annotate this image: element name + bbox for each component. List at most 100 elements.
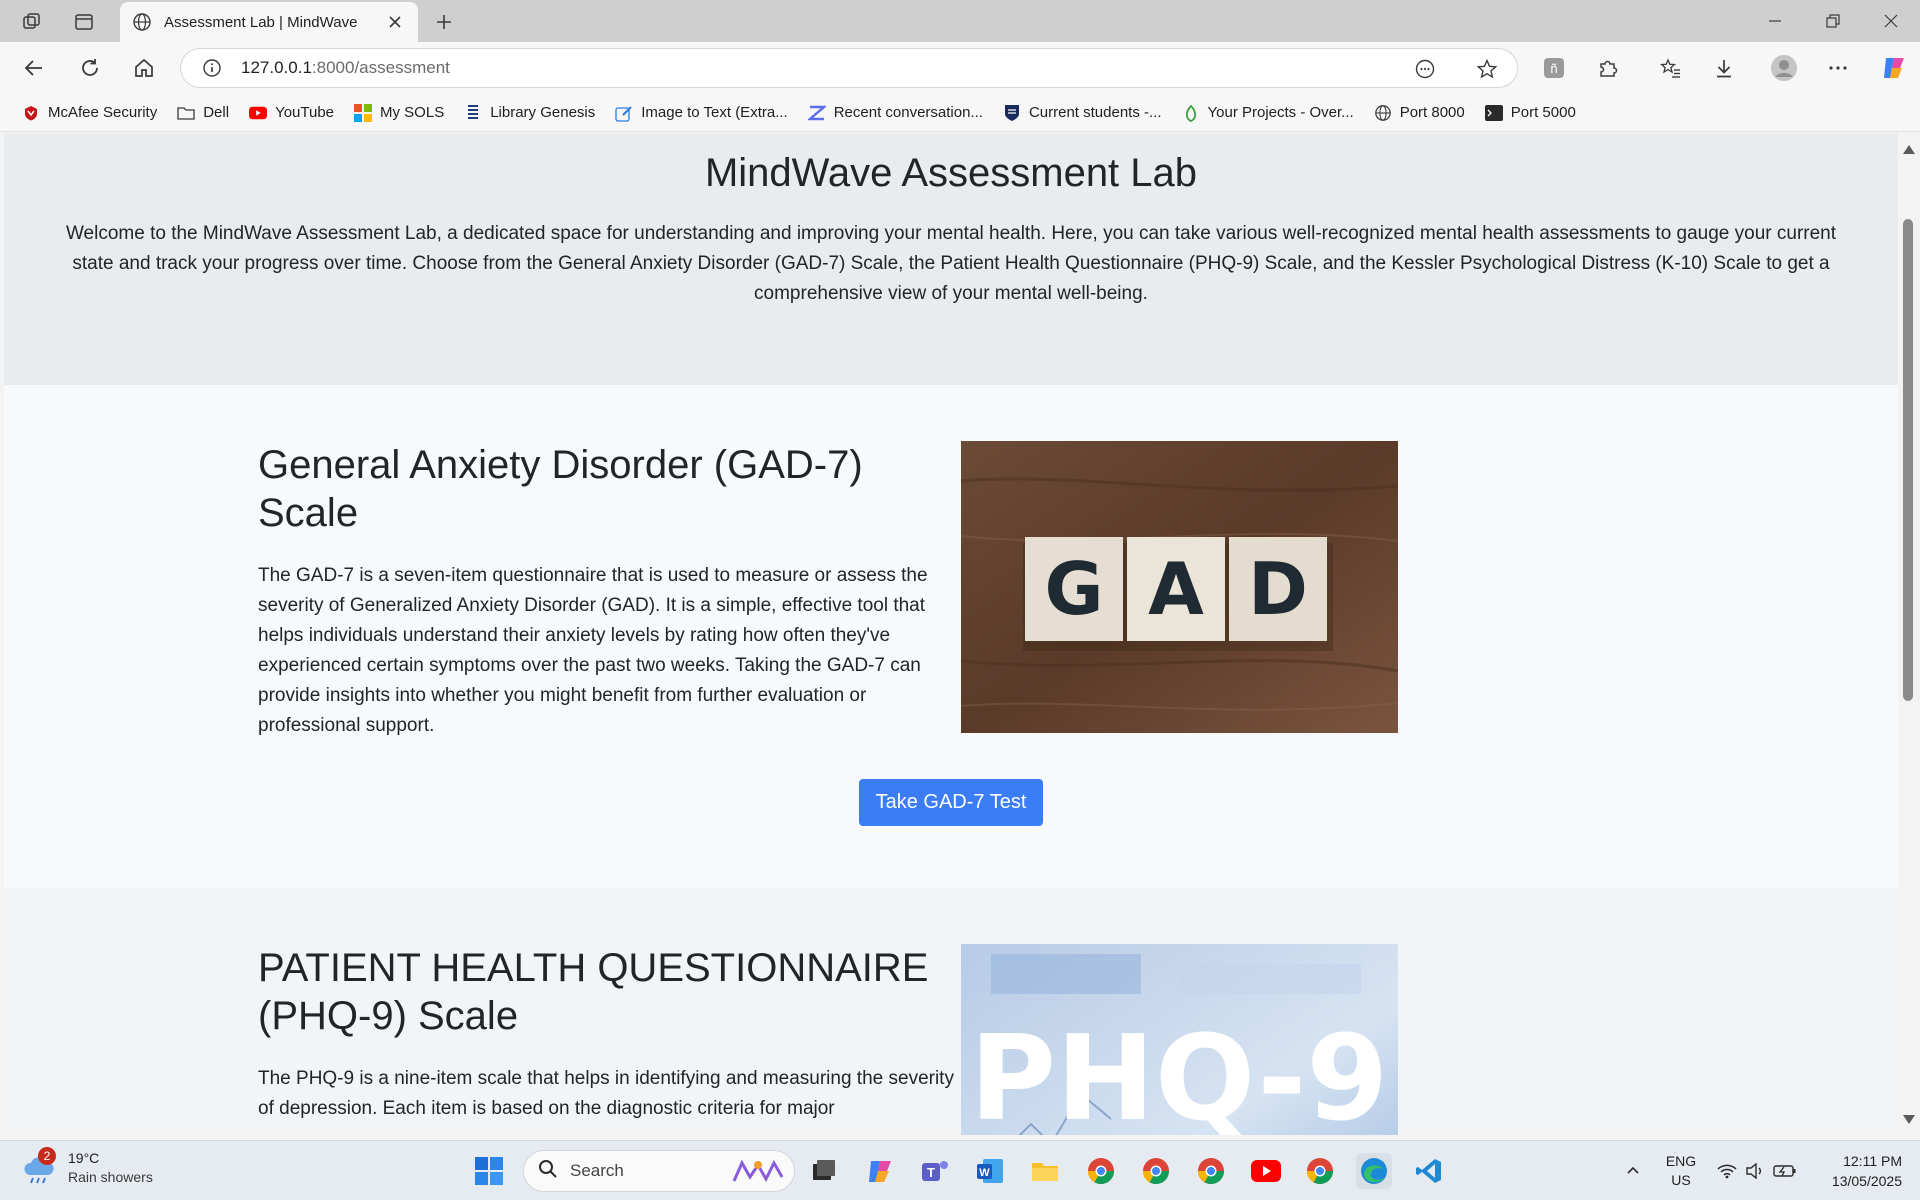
reading-mode-icon[interactable] (1413, 57, 1437, 81)
crest-icon (1003, 104, 1021, 122)
browser-toolbar: 127.0.0.1:8000/assessment ñ (0, 42, 1920, 94)
bookmark-label: Library Genesis (490, 104, 596, 121)
bookmark-label: Port 8000 (1399, 104, 1465, 121)
tab-title: Assessment Lab | MindWave (164, 13, 358, 31)
url-text[interactable]: 127.0.0.1:8000/assessment (241, 58, 450, 78)
take-gad7-test-button[interactable]: Take GAD-7 Test (859, 779, 1043, 826)
bookmark-label: YouTube (275, 104, 335, 121)
back-icon[interactable] (18, 52, 50, 84)
scroll-up-arrow-icon[interactable] (1903, 145, 1915, 154)
phq9-text-block: PATIENT HEALTH QUESTIONNAIRE (PHQ-9) Sca… (258, 944, 964, 1124)
weather-condition: Rain showers (68, 1169, 153, 1185)
bookmark-my-sols[interactable]: My SOLS (346, 98, 452, 128)
chrome-profile-1-icon[interactable] (1083, 1153, 1119, 1189)
home-icon[interactable] (128, 52, 160, 84)
volume-icon[interactable] (1742, 1141, 1768, 1200)
task-view-icon[interactable] (806, 1153, 842, 1189)
gad7-description: The GAD-7 is a seven-item questionnaire … (258, 565, 928, 736)
folder-icon (177, 104, 195, 122)
bookmark-current-students[interactable]: Current students -... (995, 98, 1170, 128)
wifi-icon[interactable] (1714, 1141, 1740, 1200)
bookmark-library-genesis[interactable]: Library Genesis (456, 98, 603, 128)
more-menu-icon[interactable] (1824, 54, 1852, 82)
page-scrollbar[interactable] (1898, 133, 1920, 1135)
gad-letter-d: D (1248, 547, 1308, 631)
bookmark-label: McAfee Security (48, 104, 158, 121)
svg-text:W: W (979, 1167, 990, 1179)
vscode-icon[interactable] (1411, 1153, 1447, 1189)
refresh-icon[interactable] (74, 52, 106, 84)
phq9-section: PATIENT HEALTH QUESTIONNAIRE (PHQ-9) Sca… (4, 888, 1898, 1135)
gad7-section: General Anxiety Disorder (GAD-7) Scale T… (4, 385, 1898, 888)
language-code: ENG (1665, 1153, 1697, 1169)
battery-icon[interactable] (1770, 1141, 1800, 1200)
close-tab-icon[interactable] (384, 11, 406, 33)
site-info-icon[interactable] (201, 57, 223, 79)
copilot-app-icon[interactable] (862, 1153, 898, 1189)
bookmark-label: Recent conversation... (833, 104, 983, 121)
bookmark-mcafee[interactable]: McAfee Security (14, 98, 165, 128)
bookmark-label: Image to Text (Extra... (641, 104, 788, 121)
weather-widget[interactable]: 2 19°C Rain showers (22, 1147, 153, 1187)
gad7-heading: General Anxiety Disorder (GAD-7) Scale (258, 443, 863, 535)
active-tab[interactable]: Assessment Lab | MindWave (120, 2, 418, 42)
globe-icon (130, 10, 154, 34)
chrome-profile-2-icon[interactable] (1138, 1153, 1174, 1189)
bookmark-port-5000[interactable]: Port 5000 (1477, 98, 1584, 128)
favorites-list-icon[interactable] (1656, 54, 1684, 82)
system-clock[interactable]: 12:11 PM 13/05/2025 (1810, 1151, 1902, 1191)
weather-temperature: 19°C (68, 1150, 100, 1166)
chrome-profile-3-icon[interactable] (1193, 1153, 1229, 1189)
bookmark-label: Current students -... (1028, 104, 1162, 121)
windows-grid-icon (354, 103, 373, 122)
svg-text:ñ: ñ (1550, 61, 1557, 76)
address-bar[interactable]: 127.0.0.1:8000/assessment (180, 48, 1518, 88)
bookmark-dell[interactable]: Dell (169, 98, 237, 128)
chrome-profile-4-icon[interactable] (1302, 1153, 1338, 1189)
page-viewport: MindWave Assessment Lab Welcome to the M… (4, 133, 1898, 1135)
terminal-icon (1484, 104, 1503, 122)
download-icon[interactable] (1710, 54, 1738, 82)
profile-avatar-icon[interactable] (1768, 52, 1800, 84)
teams-icon[interactable]: T (917, 1153, 953, 1189)
gad-image: G A D (961, 441, 1398, 733)
start-windows-icon[interactable] (471, 1153, 507, 1189)
url-host: 127.0.0.1 (241, 58, 312, 77)
copilot-icon[interactable] (1878, 52, 1910, 84)
phq9-heading: PATIENT HEALTH QUESTIONNAIRE (PHQ-9) Sca… (258, 946, 929, 1038)
word-icon[interactable]: W (972, 1153, 1008, 1189)
pencil-icon (615, 104, 633, 122)
youtube-app-icon[interactable] (1248, 1153, 1284, 1189)
bookmark-image-to-text[interactable]: Image to Text (Extra... (607, 98, 795, 128)
bookmark-label: Port 5000 (1510, 104, 1576, 121)
clock-time: 12:11 PM (1843, 1153, 1902, 1169)
scrollbar-thumb[interactable] (1903, 219, 1913, 701)
minimize-icon[interactable] (1746, 0, 1804, 42)
bookmark-port-8000[interactable]: Port 8000 (1366, 98, 1473, 128)
restore-icon[interactable] (1804, 0, 1862, 42)
z-logo-icon (807, 104, 826, 122)
favorite-star-icon[interactable] (1475, 57, 1499, 81)
hero-jumbotron: MindWave Assessment Lab Welcome to the M… (4, 133, 1898, 385)
intro-paragraph: Welcome to the MindWave Assessment Lab, … (65, 223, 1837, 304)
notification-badge: 2 (38, 1147, 56, 1165)
extensions-puzzle-icon[interactable] (1594, 54, 1622, 82)
language-indicator[interactable]: ENG US (1654, 1141, 1708, 1200)
extension-badge-icon[interactable]: ñ (1540, 54, 1568, 82)
new-tab-icon[interactable] (430, 8, 458, 36)
globe-icon (1374, 104, 1392, 122)
bookmark-youtube[interactable]: YouTube (241, 98, 342, 128)
search-label: Search (570, 1161, 624, 1180)
edge-browser-icon[interactable] (1356, 1153, 1392, 1189)
bookmark-recent-conversation[interactable]: Recent conversation... (800, 98, 991, 128)
workspaces-icon[interactable] (18, 8, 46, 36)
show-hidden-icons-chevron-icon[interactable] (1618, 1141, 1648, 1200)
file-explorer-icon[interactable] (1027, 1153, 1063, 1189)
taskbar-search[interactable]: Search (523, 1150, 795, 1192)
scroll-down-arrow-icon[interactable] (1903, 1115, 1915, 1124)
close-window-icon[interactable] (1862, 0, 1920, 42)
search-icon (538, 1159, 558, 1184)
phq9-description: The PHQ-9 is a nine-item scale that help… (258, 1068, 954, 1119)
bookmark-your-projects[interactable]: Your Projects - Over... (1174, 98, 1362, 128)
tab-actions-icon[interactable] (70, 8, 98, 36)
